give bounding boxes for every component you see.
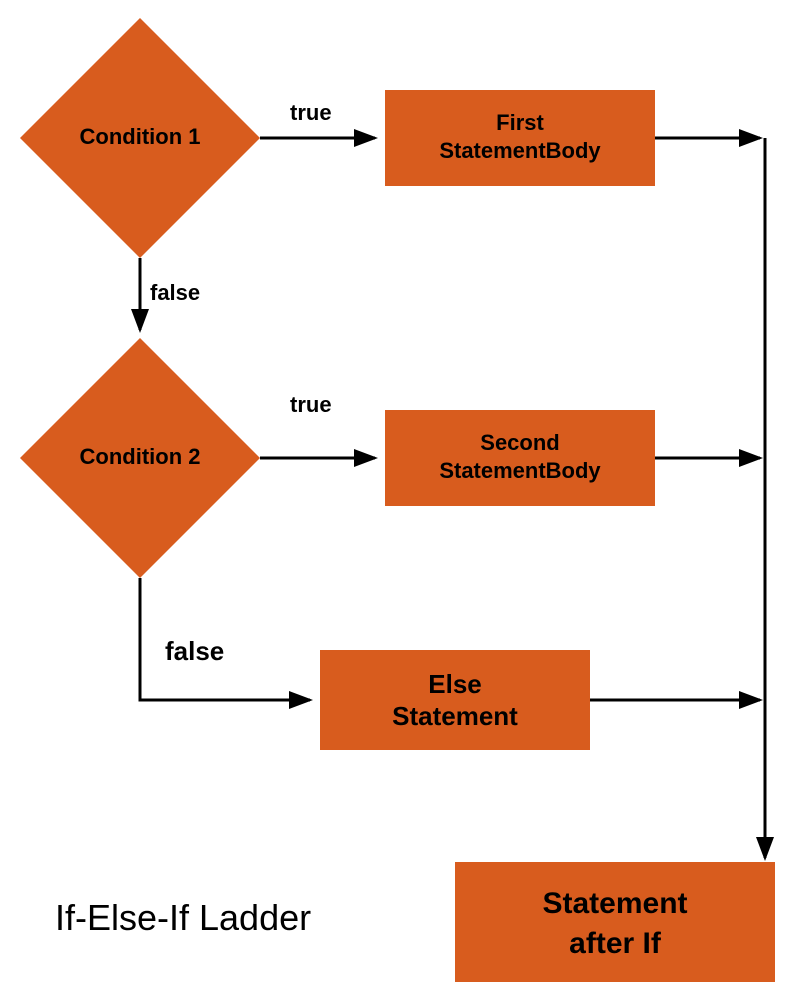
statement-after-if-node: Statement after If bbox=[455, 862, 775, 982]
diagram-title: If-Else-If Ladder bbox=[55, 897, 311, 938]
else-statement-node: Else Statement bbox=[320, 650, 590, 750]
label-true-1: true bbox=[290, 100, 332, 125]
else-line1: Else bbox=[428, 669, 482, 699]
condition-2-node: Condition 2 bbox=[20, 338, 260, 578]
condition-2-label: Condition 2 bbox=[80, 444, 201, 469]
label-false-1: false bbox=[150, 280, 200, 305]
after-line2: after If bbox=[569, 927, 662, 960]
first-statement-node: First StatementBody bbox=[385, 90, 655, 186]
second-statement-line2: StatementBody bbox=[439, 458, 601, 483]
after-line1: Statement bbox=[542, 887, 687, 920]
label-true-2: true bbox=[290, 392, 332, 417]
second-statement-line1: Second bbox=[480, 430, 559, 455]
condition-1-label: Condition 1 bbox=[80, 124, 201, 149]
label-false-2: false bbox=[165, 636, 224, 666]
first-statement-line2: StatementBody bbox=[439, 138, 601, 163]
second-statement-node: Second StatementBody bbox=[385, 410, 655, 506]
first-statement-line1: First bbox=[496, 110, 544, 135]
else-line2: Statement bbox=[392, 701, 518, 731]
condition-1-node: Condition 1 bbox=[20, 18, 260, 258]
